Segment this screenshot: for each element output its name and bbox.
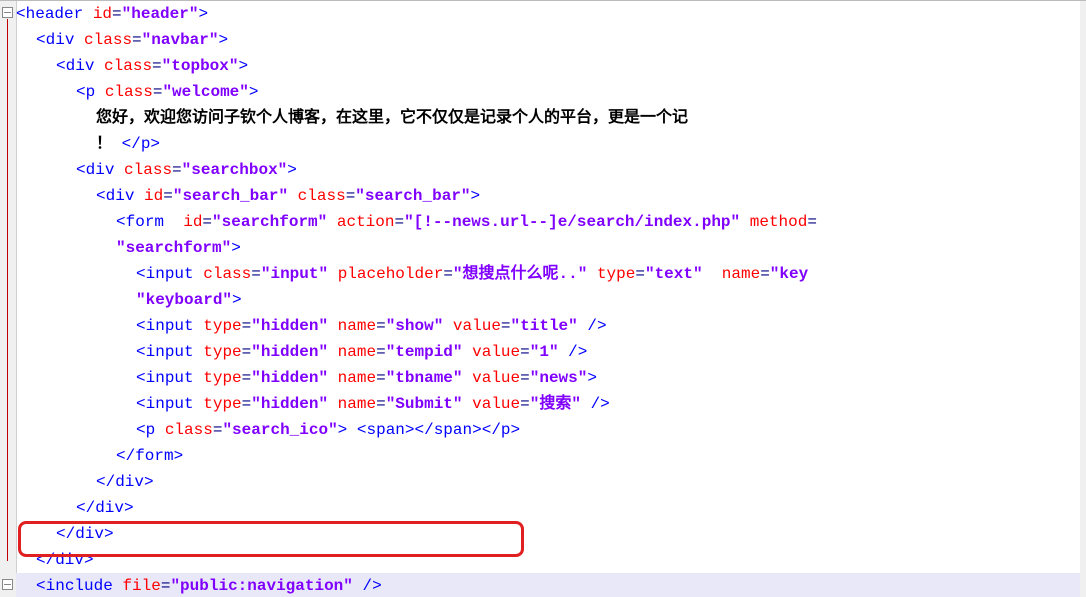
code-line[interactable]: <div id="search_bar" class="search_bar"> (16, 183, 1080, 209)
code-line[interactable]: </div> (16, 495, 1080, 521)
code-line[interactable]: <input type="hidden" name="Submit" value… (16, 391, 1080, 417)
fold-gutter (0, 1, 17, 597)
fold-toggle[interactable] (2, 579, 13, 590)
code-line[interactable]: 您好，欢迎您访问子钦个人博客，在这里，它不仅仅是记录个人的平台，更是一个记 (16, 105, 1080, 131)
code-line[interactable]: <div class="searchbox"> (16, 157, 1080, 183)
code-editor[interactable]: <header id="header"> <div class="navbar"… (0, 0, 1086, 597)
code-area[interactable]: <header id="header"> <div class="navbar"… (16, 1, 1080, 597)
vertical-scrollbar[interactable] (1080, 1, 1086, 597)
code-line[interactable]: <p class="welcome"> (16, 79, 1080, 105)
code-line[interactable]: <input class="input" placeholder="想搜点什么呢… (16, 261, 1080, 287)
code-line[interactable]: </div> (16, 547, 1080, 573)
fold-toggle[interactable] (2, 7, 13, 18)
code-line[interactable]: <input type="hidden" name="show" value="… (16, 313, 1080, 339)
code-line[interactable]: <form id="searchform" action="[!--news.u… (16, 209, 1080, 235)
code-line[interactable]: </div> (16, 521, 1080, 547)
code-line[interactable]: <header id="header"> (16, 1, 1080, 27)
code-line[interactable]: <div class="topbox"> (16, 53, 1080, 79)
code-line[interactable]: <input type="hidden" name="tbname" value… (16, 365, 1080, 391)
code-line[interactable]: </form> (16, 443, 1080, 469)
code-line[interactable]: <input type="hidden" name="tempid" value… (16, 339, 1080, 365)
code-line[interactable]: <div class="navbar"> (16, 27, 1080, 53)
code-line-highlighted[interactable]: <include file="public:navigation" /> (16, 573, 1080, 597)
code-line[interactable]: ！ </p> (16, 131, 1080, 157)
code-line[interactable]: "keyboard"> (16, 287, 1080, 313)
code-line[interactable]: <p class="search_ico"> <span></span></p> (16, 417, 1080, 443)
code-line[interactable]: "searchform"> (16, 235, 1080, 261)
code-line[interactable]: </div> (16, 469, 1080, 495)
